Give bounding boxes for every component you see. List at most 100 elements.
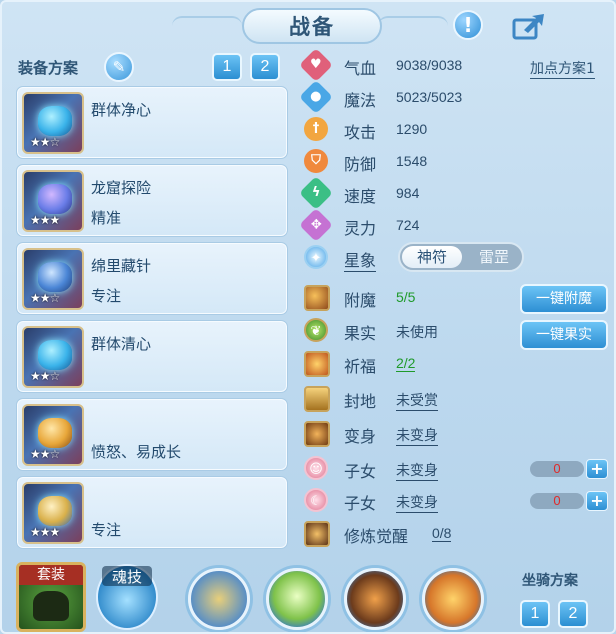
equipment-plan-tab-1[interactable]: 1 (212, 53, 242, 81)
equipment-trait: 愤怒、易成长 (91, 443, 182, 461)
equipment-thumbnail: ★★★ (22, 482, 84, 544)
enhance-name: 变身 (344, 427, 377, 446)
equipment-thumbnail: ★★☆ (22, 404, 84, 466)
child-2-counter: 0 + (530, 491, 608, 511)
enhance-value: 未使用 (396, 324, 438, 340)
stat-name: 防御 (344, 155, 377, 174)
enchant-icon (304, 285, 330, 311)
skill-slot-1[interactable] (188, 568, 250, 630)
sword-icon: † (304, 117, 328, 141)
stat-row-mp: ● 魔法 5023/5023 (299, 80, 602, 114)
stat-value: 5023/5023 (396, 89, 463, 105)
mount-plan-tab-2[interactable]: 2 (558, 600, 588, 628)
equipment-card[interactable]: ★★☆ 群体清心 (16, 320, 288, 393)
counter-value: 0 (530, 493, 584, 509)
enhance-name: 子女 (344, 462, 377, 481)
star-rating: ★★★ (30, 213, 60, 227)
stat-name: 速度 (344, 187, 377, 206)
stat-name: 灵力 (344, 219, 377, 238)
soul-skill-label: 魂技 (102, 566, 152, 586)
equipment-card[interactable]: ★★☆ 愤怒、易成长 (16, 398, 288, 471)
stat-value: 984 (396, 185, 420, 201)
suit-label: 套装 (19, 565, 83, 585)
enhance-value[interactable]: 未变身 (396, 425, 438, 446)
cultivation-icon (304, 521, 330, 547)
exclamation-icon[interactable]: ! (453, 10, 483, 40)
star-sign-label[interactable]: 星象 (344, 247, 377, 272)
shield-icon: ⛉ (304, 149, 328, 173)
equipment-plan-tab-2[interactable]: 2 (250, 53, 280, 81)
equipment-thumbnail: ★★☆ (22, 92, 84, 154)
child-1-counter: 0 + (530, 459, 608, 479)
equipment-name: 群体净心 (91, 101, 152, 119)
share-icon[interactable] (512, 12, 546, 40)
child-icon: ☾ (304, 488, 328, 512)
enhance-name: 子女 (344, 494, 377, 513)
title-ornament-right (378, 16, 448, 36)
enhance-row-fief: 封地 未受赏 (302, 383, 602, 413)
star-rating: ★★☆ (30, 369, 60, 383)
equipment-name: 群体清心 (91, 335, 152, 353)
star-rating: ★★☆ (30, 135, 60, 149)
stat-name: 魔法 (344, 91, 377, 110)
star-sign-option-leigang[interactable]: 雷罡 (466, 246, 522, 268)
skill-slot-3[interactable] (344, 568, 406, 630)
star-rating: ★★☆ (30, 291, 60, 305)
skill-slot-2[interactable] (266, 568, 328, 630)
spirit-icon: ✥ (299, 208, 333, 242)
stat-row-defense: ⛉ 防御 1548 (302, 146, 602, 176)
edit-icon[interactable]: ✎ (104, 52, 134, 82)
equipment-name: 龙窟探险 (91, 179, 152, 197)
stat-value: 9038/9038 (396, 57, 463, 73)
cat-icon (33, 591, 69, 621)
plus-button[interactable]: + (586, 491, 608, 511)
equipment-card[interactable]: ★★★ 专注 (16, 476, 288, 549)
equipment-trait: 专注 (91, 521, 122, 539)
suit-button[interactable]: 套装 (16, 562, 86, 632)
stat-value: 1548 (396, 153, 428, 169)
stat-row-speed: ϟ 速度 984 (299, 176, 602, 210)
child-icon: ☺ (304, 456, 328, 480)
fruit-icon: ❦ (304, 318, 328, 342)
blessing-icon (304, 351, 330, 377)
star-sign-icon: ✦ (304, 245, 328, 269)
mount-plan-label: 坐骑方案 (522, 573, 578, 589)
equipment-card[interactable]: ★★☆ 绵里藏针 专注 (16, 242, 288, 315)
mana-icon: ● (299, 80, 333, 114)
mount-plan-tab-1[interactable]: 1 (520, 600, 550, 628)
star-sign-toggle[interactable]: 神符 雷罡 (398, 242, 524, 272)
enhance-value[interactable]: 未变身 (396, 460, 438, 481)
enhance-value[interactable]: 2/2 (396, 355, 416, 372)
enchant-all-button[interactable]: 一键附魔 (520, 284, 608, 314)
speed-icon: ϟ (299, 176, 333, 210)
star-rating: ★★☆ (30, 447, 60, 461)
enhance-value[interactable]: 未变身 (396, 492, 438, 513)
fief-icon (304, 386, 330, 412)
equipment-trait: 精准 (91, 209, 122, 227)
equipment-thumbnail: ★★☆ (22, 326, 84, 388)
enhance-name: 封地 (344, 392, 377, 411)
enhance-value[interactable]: 未受赏 (396, 390, 438, 411)
equipment-thumbnail: ★★★ (22, 170, 84, 232)
equipment-list: ★★☆ 群体净心 ★★★ 龙窟探险 精准 ★★☆ 绵里藏针 专注 ★★☆ 群体清… (10, 86, 298, 549)
equipment-plan-label: 装备方案 (18, 59, 79, 77)
combat-prep-window: 战备 ! 装备方案 ✎ 1 2 ★★☆ 群体净心 ★★★ 龙窟探险 精准 ★★☆… (0, 0, 616, 634)
enhance-row-cultivation: 修炼觉醒 0/8 (302, 518, 602, 548)
enhance-name: 果实 (344, 324, 377, 343)
star-sign-option-shenfu[interactable]: 神符 (402, 246, 462, 268)
stat-row-attack: † 攻击 1290 (302, 114, 602, 144)
skill-slot-4[interactable] (422, 568, 484, 630)
enhance-row-blessing: 祈福 2/2 (302, 348, 602, 378)
stat-name: 攻击 (344, 123, 377, 142)
enhance-value: 5/5 (396, 289, 416, 305)
counter-value: 0 (530, 461, 584, 477)
fruit-all-button[interactable]: 一键果实 (520, 320, 608, 350)
enhance-name: 祈福 (344, 357, 377, 376)
equipment-thumbnail: ★★☆ (22, 248, 84, 310)
equipment-card[interactable]: ★★★ 龙窟探险 精准 (16, 164, 288, 237)
enhance-value[interactable]: 0/8 (432, 525, 452, 542)
equipment-name: 绵里藏针 (91, 257, 152, 275)
equipment-card[interactable]: ★★☆ 群体净心 (16, 86, 288, 159)
plus-button[interactable]: + (586, 459, 608, 479)
stat-row-spirit: ✥ 灵力 724 (299, 208, 602, 242)
